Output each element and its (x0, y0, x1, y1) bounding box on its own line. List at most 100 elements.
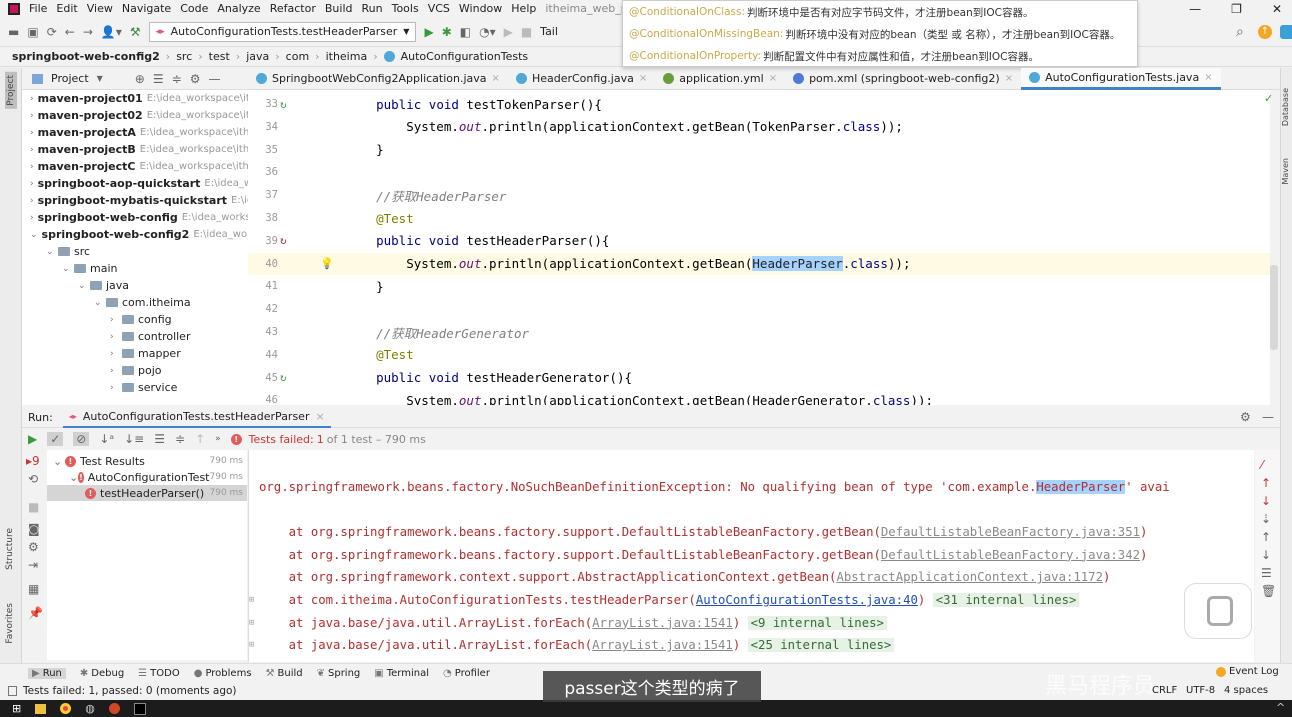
stacktrace-link[interactable]: DefaultListableBeanFactory.java:351 (881, 525, 1140, 539)
tray-chevron-icon[interactable]: ^ (1276, 701, 1285, 714)
breadcrumb-item[interactable]: AutoConfigurationTests (401, 50, 529, 63)
chevron-right-icon[interactable]: › (110, 349, 122, 359)
breadcrumb-item[interactable]: springboot-web-config2 (12, 50, 160, 63)
favorites-stripe-button[interactable]: Favorites (5, 603, 15, 644)
stacktrace-link[interactable]: AbstractApplicationContext.java:1172 (836, 570, 1103, 584)
chevron-right-icon[interactable]: › (30, 94, 34, 104)
print-icon[interactable]: ☰ (1261, 566, 1272, 580)
chevron-right-icon[interactable]: › (110, 332, 122, 342)
menu-build[interactable]: Build (325, 2, 353, 15)
toolwindow-debug[interactable]: ✱ Debug (80, 668, 124, 679)
search-icon[interactable]: ⌕ (1236, 24, 1244, 40)
project-tree-item[interactable]: › maven-projectC E:\idea_workspace\ith (22, 158, 248, 175)
sort-duration-icon[interactable]: ↓≡ (124, 432, 144, 446)
hide-panel-icon[interactable]: — (1262, 410, 1274, 424)
debug-icon[interactable]: ✱ (442, 25, 452, 39)
maven-stripe-button[interactable]: Maven (1281, 158, 1290, 185)
editor-scrollbar[interactable] (1270, 265, 1278, 350)
internal-lines-fold[interactable]: <31 internal lines> (932, 593, 1080, 607)
stacktrace-link[interactable]: AutoConfigurationTests.java:40 (696, 593, 918, 607)
breadcrumb-item[interactable]: itheima (326, 50, 368, 63)
menu-vcs[interactable]: VCS (428, 2, 450, 15)
run-test-icon[interactable]: ↻ (280, 371, 287, 384)
project-tree-item[interactable]: ⌄ com.itheima (22, 294, 248, 311)
prev-occurrence-icon[interactable]: ↑ (1261, 530, 1271, 544)
stacktrace-link[interactable]: ArrayList.java:1541 (592, 616, 733, 630)
chevron-right-icon[interactable]: › (30, 196, 34, 206)
project-tree-item[interactable]: ⌄ java (22, 277, 248, 294)
rerun-failed-icon[interactable]: ▸9 (26, 454, 40, 468)
stacktrace-link[interactable]: ArrayList.java:1541 (592, 638, 733, 652)
forward-icon[interactable]: → (83, 25, 93, 39)
project-tree-item[interactable]: › pojo (22, 362, 248, 379)
menu-edit[interactable]: Edit (56, 2, 77, 15)
breadcrumb-item[interactable]: java (246, 50, 269, 63)
collapse-all-icon[interactable]: ≑ (172, 72, 182, 86)
fold-icon[interactable]: ⊞ (249, 640, 254, 650)
chrome-icon[interactable] (60, 703, 72, 714)
breadcrumb-item[interactable]: src (176, 50, 192, 63)
project-stripe-button[interactable]: Project (5, 72, 17, 109)
editor-tab[interactable]: AutoConfigurationTests.java × (1021, 67, 1221, 90)
toolwindow-build[interactable]: ⚒ Build (266, 668, 303, 679)
next-occurrence-icon[interactable]: ↓ (1261, 548, 1271, 562)
close-tab-icon[interactable]: × (1005, 73, 1013, 84)
toolwindow-problems[interactable]: ● Problems (194, 668, 252, 679)
sync-icon[interactable]: ⟳ (47, 25, 57, 39)
chevron-down-icon[interactable]: ▼ (97, 74, 103, 83)
editor-tab[interactable]: HeaderConfig.java × (508, 68, 655, 90)
editor-tab[interactable]: application.yml × (655, 68, 785, 90)
test-tree-item[interactable]: ⌄! AutoConfigurationTest 790 ms (47, 469, 247, 485)
file-encoding[interactable]: UTF-8 (1186, 685, 1215, 696)
menu-refactor[interactable]: Refactor (270, 2, 316, 15)
minimize-button[interactable]: — (1189, 2, 1201, 16)
project-tree-item[interactable]: ⌄ src (22, 243, 248, 260)
toolwindow-spring[interactable]: ❦ Spring (317, 668, 361, 679)
expand-all-icon[interactable]: ☰ (154, 432, 165, 446)
open-folder-icon[interactable]: ▬ (8, 25, 19, 39)
project-tree-item[interactable]: ⌄springboot-web-config2E:\idea_works (22, 226, 248, 243)
chevron-down-icon[interactable]: ⌄ (69, 471, 78, 484)
up-icon[interactable]: ↑ (1261, 476, 1271, 490)
coverage-icon[interactable]: ◧ (460, 25, 471, 39)
gear-icon[interactable]: ⚙ (190, 72, 201, 86)
code-editor[interactable]: 33 ↻ public void testTokenParser(){34 Sys… (248, 90, 1270, 405)
lightbulb-icon[interactable]: 💡 (320, 257, 334, 270)
internal-lines-fold[interactable]: <25 internal lines> (747, 638, 895, 653)
chevron-right-icon[interactable]: › (110, 383, 122, 393)
close-tab-icon[interactable]: × (1204, 72, 1212, 83)
save-icon[interactable]: ▣ (27, 25, 38, 39)
toolwindow-run[interactable]: ▶ Run (28, 667, 66, 679)
run-tab[interactable]: ◂▸ AutoConfigurationTests.testHeaderPars… (62, 407, 331, 428)
chevron-down-icon[interactable]: ⌄ (53, 455, 65, 468)
project-tree-item[interactable]: › service (22, 379, 248, 396)
scroll-to-end-icon[interactable]: ⇣ (1261, 512, 1271, 526)
chevron-right-icon[interactable]: › (110, 315, 122, 325)
sort-alpha-icon[interactable]: ↓ᵃ (99, 432, 114, 446)
run-test-failed-icon[interactable]: ↻ (280, 234, 287, 247)
profile-icon[interactable]: ◔▾ (479, 25, 496, 39)
toolwindow-todo[interactable]: ☰ TODO (138, 668, 180, 679)
fold-icon[interactable]: ⊞ (249, 618, 254, 628)
project-tree-item[interactable]: ›springboot-mybatis-quickstartE:\idea (22, 192, 248, 209)
project-tree-item[interactable]: › maven-projectB E:\idea_workspace\ith (22, 141, 248, 158)
database-stripe-button[interactable]: Database (1281, 88, 1290, 126)
toolwindow-terminal[interactable]: ▣ Terminal (374, 668, 429, 679)
menu-run[interactable]: Run (362, 2, 383, 15)
indent-setting[interactable]: 4 spaces (1224, 685, 1268, 696)
settings-icon[interactable]: ⚙ (28, 540, 39, 554)
project-tree-item[interactable]: › config (22, 311, 248, 328)
project-tree-item[interactable]: › mapper (22, 345, 248, 362)
video-play-button[interactable] (1184, 583, 1252, 639)
close-tab-icon[interactable]: × (639, 73, 647, 84)
chevron-right-icon[interactable]: › (30, 179, 34, 189)
camera-icon[interactable]: ◙ (28, 522, 40, 536)
event-log-button[interactable]: Event Log (1216, 666, 1279, 677)
chevron-down-icon[interactable]: ⌄ (30, 230, 38, 240)
back-icon[interactable]: ← (65, 25, 75, 39)
powerpoint-icon[interactable] (108, 703, 120, 714)
run-icon[interactable]: ▶ (424, 25, 433, 39)
breadcrumb-item[interactable]: test (209, 50, 230, 63)
toggle-auto-test-icon[interactable]: ⟲ (28, 472, 38, 486)
menu-view[interactable]: View (87, 2, 113, 15)
